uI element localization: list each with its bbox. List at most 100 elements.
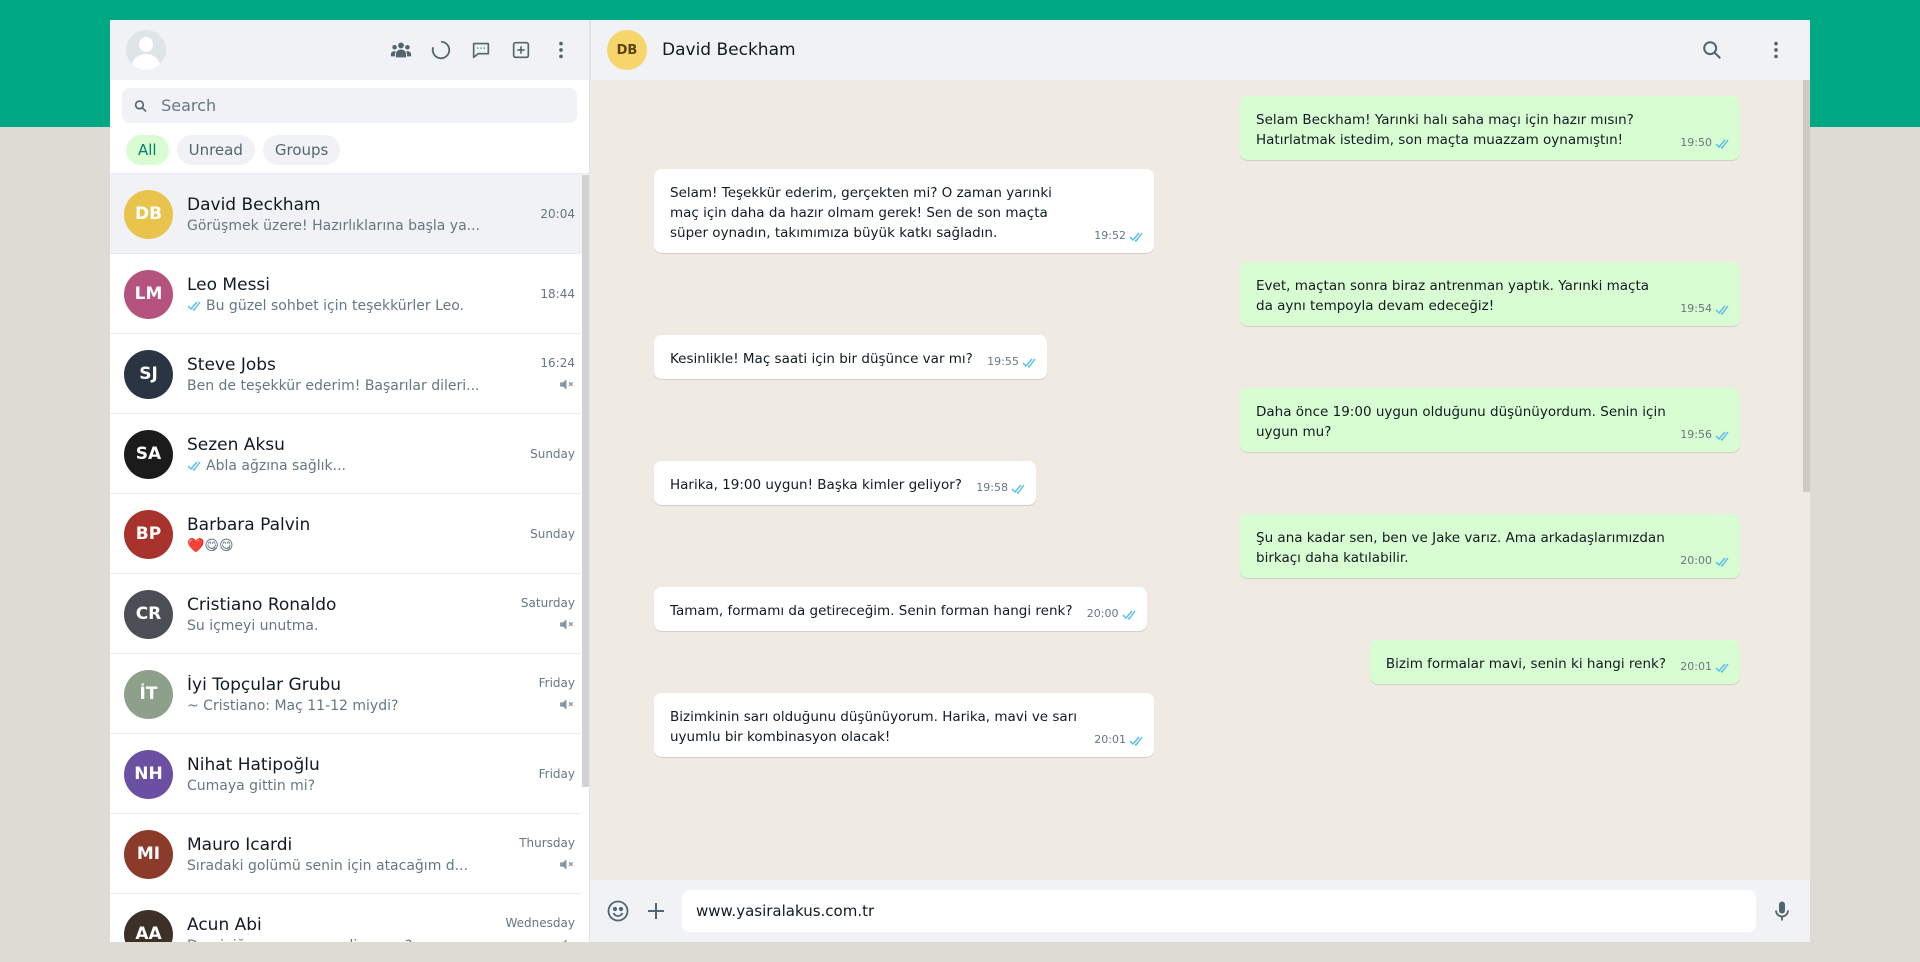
message-meta: 20:00 [1087, 604, 1138, 624]
message-meta: 19:52 [1094, 226, 1145, 246]
chat-menu-icon[interactable] [1764, 38, 1788, 62]
chat-preview-text: ❤️😋😋 [187, 537, 234, 554]
message-bubble[interactable]: Selam! Teşekkür ederim, gerçekten mi? O … [654, 169, 1154, 253]
chat-text: David Beckham Görüşmek üzere! Hazırlıklar… [187, 195, 503, 234]
contact-name[interactable]: David Beckham [662, 40, 796, 60]
my-profile-avatar[interactable] [126, 30, 166, 70]
chat-header: DB David Beckham [590, 20, 1810, 80]
chat-meta: 16:24 [503, 356, 575, 393]
message-meta: 19:58 [976, 478, 1027, 498]
new-chat-icon[interactable] [509, 38, 533, 62]
chat-list-item[interactable]: İT İyi Topçular Grubu ~ Cristiano: Maç 11-… [110, 654, 589, 734]
message-bubble[interactable]: Bizimkinin sarı olduğunu düşünüyorum. Ha… [654, 693, 1154, 757]
chat-avatar: DB [124, 189, 173, 239]
message-bubble[interactable]: Harika, 19:00 uygun! Başka kimler geliyo… [654, 461, 1036, 505]
message-bubble[interactable]: Daha önce 19:00 uygun olduğunu düşünüyor… [1240, 388, 1740, 452]
chat-preview: Bu güzel sohbet için teşekkürler Leo. [187, 298, 503, 314]
muted-icon [560, 379, 573, 389]
message-bubble[interactable]: Bizim formalar mavi, senin ki hangi renk… [1369, 640, 1740, 684]
whatsapp-app: All Unread Groups DB David Beckham Görüşme… [110, 20, 1810, 942]
chat-text: Mauro Icardi Sıradaki golümü senin için a… [187, 835, 503, 874]
chat-list-item[interactable]: BP Barbara Palvin ❤️😋😋 Sunday [110, 494, 589, 574]
chat-list-item[interactable]: AA Acun Abi Dominiğe ne zaman geliyorsun? W… [110, 894, 589, 942]
chat-preview: Sıradaki golümü senin için atacağım d... [187, 858, 503, 874]
message-text: Tamam, formamı da getireceğim. Senin for… [670, 603, 1073, 619]
message-time: 19:50 [1680, 136, 1712, 149]
incoming-message: Selam! Teşekkür ederim, gerçekten mi? O … [654, 169, 1740, 253]
filter-all[interactable]: All [126, 135, 169, 165]
chat-preview: ❤️😋😋 [187, 538, 503, 554]
message-list: Selam Beckham! Yarınki halı saha maçı iç… [590, 80, 1810, 880]
chat-time: Saturday [520, 595, 575, 610]
chat-meta: 20:04 [503, 207, 575, 221]
chat-preview-text: Görüşmek üzere! Hazırlıklarına başla ya.… [187, 217, 481, 234]
chat-name: Mauro Icardi [187, 834, 293, 855]
read-ticks-icon [1715, 305, 1729, 315]
chat-avatar: CR [124, 589, 173, 639]
chat-list-item[interactable]: LM Leo Messi Bu güzel sohbet için teşekkür… [110, 254, 589, 334]
search-input[interactable] [161, 96, 565, 115]
status-icon[interactable] [429, 38, 453, 62]
muted-icon [560, 699, 573, 709]
chat-name: Cristiano Ronaldo [187, 594, 337, 615]
chat-list-item[interactable]: MI Mauro Icardi Sıradaki golümü senin için… [110, 814, 589, 894]
message-bubble[interactable]: Kesinlikle! Maç saati için bir düşünce v… [654, 335, 1047, 379]
message-bubble[interactable]: Şu ana kadar sen, ben ve Jake varız. Ama… [1240, 514, 1740, 578]
sidebar: All Unread Groups DB David Beckham Görüşme… [110, 20, 590, 942]
chat-meta: Saturday [503, 596, 575, 633]
chat-time: 18:44 [540, 287, 575, 301]
chat-panel: DB David Beckham Selam Beckham! Yarınki … [590, 20, 1810, 942]
search-wrapper [110, 80, 589, 129]
message-text: Bizim formalar mavi, senin ki hangi renk… [1385, 656, 1666, 672]
chat-avatar: SA [124, 429, 173, 479]
message-bubble[interactable]: Selam Beckham! Yarınki halı saha maçı iç… [1240, 96, 1740, 160]
incoming-message: Harika, 19:00 uygun! Başka kimler geliyo… [654, 461, 1740, 505]
contact-avatar[interactable]: DB [607, 30, 647, 70]
chat-list-item[interactable]: SA Sezen Aksu Abla ağzına sağlık... Sunday [110, 414, 589, 494]
chat-list-item[interactable]: NH Nihat Hatipoğlu Cumaya gittin mi? Friday [110, 734, 589, 814]
chat-name: David Beckham [187, 194, 321, 215]
message-bubble[interactable]: Evet, maçtan sonra biraz antrenman yaptı… [1240, 262, 1740, 326]
menu-icon[interactable] [549, 38, 573, 62]
message-text: Bizimkinin sarı olduğunu düşünüyorum. Ha… [670, 709, 1078, 745]
chat-list-item[interactable]: SJ Steve Jobs Ben de teşekkür ederim! Başa… [110, 334, 589, 414]
sidebar-header-icons [389, 38, 573, 62]
chat-text: Nihat Hatipoğlu Cumaya gittin mi? [187, 755, 503, 794]
chat-list-item[interactable]: CR Cristiano Ronaldo Su içmeyi unutma. Satu… [110, 574, 589, 654]
chat-time: Sunday [530, 527, 575, 541]
attach-plus-icon[interactable] [644, 899, 668, 923]
message-time: 19:52 [1094, 229, 1126, 242]
channels-icon[interactable] [469, 38, 493, 62]
chat-meta: Sunday [503, 527, 575, 541]
chat-name: Leo Messi [187, 274, 270, 295]
message-time: 19:56 [1680, 428, 1712, 441]
message-composer: www.yasiralakus.com.tr [590, 880, 1810, 942]
chat-name: Nihat Hatipoğlu [187, 754, 320, 775]
filter-unread[interactable]: Unread [176, 135, 255, 165]
emoji-icon[interactable] [606, 899, 630, 923]
sidebar-scrollbar[interactable] [582, 175, 589, 787]
chat-time: 20:04 [540, 207, 575, 221]
message-meta: 19:54 [1680, 299, 1731, 319]
search-icon [134, 99, 147, 112]
filter-groups[interactable]: Groups [262, 135, 341, 165]
search-icon[interactable] [1700, 38, 1724, 62]
message-text: Selam Beckham! Yarınki halı saha maçı iç… [1256, 112, 1634, 148]
chat-name: Barbara Palvin [187, 514, 311, 535]
message-text: Evet, maçtan sonra biraz antrenman yaptı… [1256, 278, 1650, 314]
read-ticks-icon [1129, 232, 1143, 242]
incoming-message: Kesinlikle! Maç saati için bir düşünce v… [654, 335, 1740, 379]
message-bubble[interactable]: Tamam, formamı da getireceğim. Senin for… [654, 587, 1147, 631]
read-ticks-icon [187, 461, 201, 471]
read-ticks-icon [1715, 557, 1729, 567]
message-input[interactable]: www.yasiralakus.com.tr [682, 890, 1756, 932]
communities-icon[interactable] [389, 38, 413, 62]
muted-icon [560, 619, 573, 629]
message-meta: 20:00 [1680, 551, 1731, 571]
chat-list-item[interactable]: DB David Beckham Görüşmek üzere! Hazırlıkl… [110, 174, 589, 254]
chat-preview-text: Cumaya gittin mi? [187, 777, 316, 794]
read-ticks-icon [187, 301, 201, 311]
chat-avatar: İT [124, 669, 173, 719]
microphone-icon[interactable] [1770, 899, 1794, 923]
chat-scrollbar[interactable] [1803, 80, 1810, 492]
